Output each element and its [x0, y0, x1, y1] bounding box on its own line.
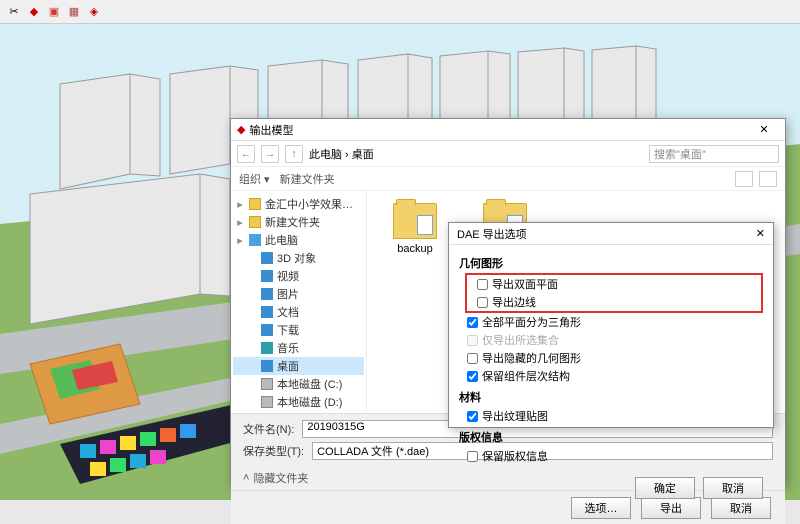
export-texture-checkbox[interactable]: 导出纹理贴图 [459, 407, 763, 425]
help-icon[interactable] [759, 171, 777, 187]
cancel-button[interactable]: 取消 [703, 477, 763, 499]
tree-node[interactable]: 本地磁盘 (C:) [233, 375, 364, 393]
filename-label: 文件名(N): [243, 421, 294, 437]
tree-node[interactable]: 音乐 [233, 339, 364, 357]
app-toolbar: ✂ ◆ ▣ ▦ ◈ [0, 0, 800, 24]
tool-cube-icon[interactable]: ▣ [46, 4, 62, 20]
geom-option-1[interactable]: 导出边线 [469, 293, 759, 311]
geom-option-5[interactable]: 保留组件层次结构 [459, 367, 763, 385]
tree-node[interactable]: ▸新建文件夹 [233, 213, 364, 231]
new-folder-button[interactable]: 新建文件夹 [280, 171, 335, 187]
geom-option-4[interactable]: 导出隐藏的几何图形 [459, 349, 763, 367]
music-icon [261, 342, 273, 354]
search-input[interactable]: 搜索"桌面" [649, 145, 779, 163]
highlighted-options: 导出双面平面导出边线 [465, 273, 763, 313]
checkbox-icon[interactable] [467, 317, 478, 328]
folder-icon [393, 203, 437, 239]
blue-icon [261, 288, 273, 300]
checkbox-icon[interactable] [467, 353, 478, 364]
checkbox-icon [467, 335, 478, 346]
group-geometry: 几何图形 [459, 255, 763, 271]
tree-node[interactable]: 本地磁盘 (E:) [233, 411, 364, 413]
group-credits: 版权信息 [459, 429, 763, 445]
geom-option-2[interactable]: 全部平面分为三角形 [459, 313, 763, 331]
tool-gem-icon[interactable]: ◈ [86, 4, 102, 20]
dialog-toolbar: 组织 ▾ 新建文件夹 [231, 167, 785, 191]
pc-icon [249, 234, 261, 246]
tool-diamond-icon[interactable]: ◆ [26, 4, 42, 20]
group-material: 材料 [459, 389, 763, 405]
tree-node[interactable]: 桌面 [233, 357, 364, 375]
keep-credits-checkbox[interactable]: 保留版权信息 [459, 447, 763, 465]
checkbox-icon[interactable] [467, 451, 478, 462]
tree-node[interactable]: 文档 [233, 303, 364, 321]
tree-node[interactable]: 视频 [233, 267, 364, 285]
checkbox-icon[interactable] [477, 279, 488, 290]
blue-icon [261, 360, 273, 372]
folder-icon [249, 198, 261, 210]
checkbox-icon[interactable] [467, 371, 478, 382]
nav-back-icon[interactable]: ← [237, 145, 255, 163]
address-bar: ← → ↑ 此电脑 › 桌面 搜索"桌面" [231, 141, 785, 167]
blue-icon [261, 306, 273, 318]
geom-option-0[interactable]: 导出双面平面 [469, 275, 759, 293]
blue-icon [261, 270, 273, 282]
dialog-titlebar[interactable]: ◆ 输出模型 ✕ [231, 119, 785, 141]
tree-node[interactable]: ▸金汇中小学效果… [233, 195, 364, 213]
app-red-icon: ◆ [237, 123, 245, 136]
close-icon[interactable]: ✕ [756, 227, 765, 240]
tree-node[interactable]: 本地磁盘 (D:) [233, 393, 364, 411]
dae-export-options-dialog: DAE 导出选项 ✕ 几何图形 导出双面平面导出边线全部平面分为三角形仅导出所选… [448, 222, 774, 428]
options-titlebar[interactable]: DAE 导出选项 ✕ [449, 223, 773, 245]
checkbox-icon[interactable] [467, 411, 478, 422]
disk-icon [261, 378, 273, 390]
organize-menu[interactable]: 组织 ▾ [239, 171, 270, 187]
tree-node[interactable]: 3D 对象 [233, 249, 364, 267]
geom-option-3: 仅导出所选集合 [459, 331, 763, 349]
dialog-title: 输出模型 [249, 122, 293, 138]
checkbox-icon[interactable] [477, 297, 488, 308]
disk-icon [261, 396, 273, 408]
view-mode-icon[interactable] [735, 171, 753, 187]
folder-tree[interactable]: ▸金汇中小学效果…▸新建文件夹▸此电脑3D 对象视频图片文档下载音乐桌面本地磁盘… [231, 191, 367, 413]
breadcrumb[interactable]: 此电脑 › 桌面 [309, 146, 643, 162]
nav-up-icon[interactable]: ↑ [285, 145, 303, 163]
savetype-label: 保存类型(T): [243, 443, 304, 459]
chevron-up-icon: ˄ [243, 472, 249, 484]
tree-node[interactable]: 图片 [233, 285, 364, 303]
options-title: DAE 导出选项 [457, 226, 527, 242]
close-icon[interactable]: ✕ [749, 123, 779, 136]
blue-icon [261, 324, 273, 336]
nav-fwd-icon[interactable]: → [261, 145, 279, 163]
ok-button[interactable]: 确定 [635, 477, 695, 499]
folder-icon [249, 216, 261, 228]
tree-node[interactable]: ▸此电脑 [233, 231, 364, 249]
tree-node[interactable]: 下载 [233, 321, 364, 339]
tool-box-icon[interactable]: ▦ [66, 4, 82, 20]
blue-icon [261, 252, 273, 264]
tool-scissors-icon[interactable]: ✂ [6, 4, 22, 20]
folder-item[interactable]: backup [385, 203, 445, 255]
